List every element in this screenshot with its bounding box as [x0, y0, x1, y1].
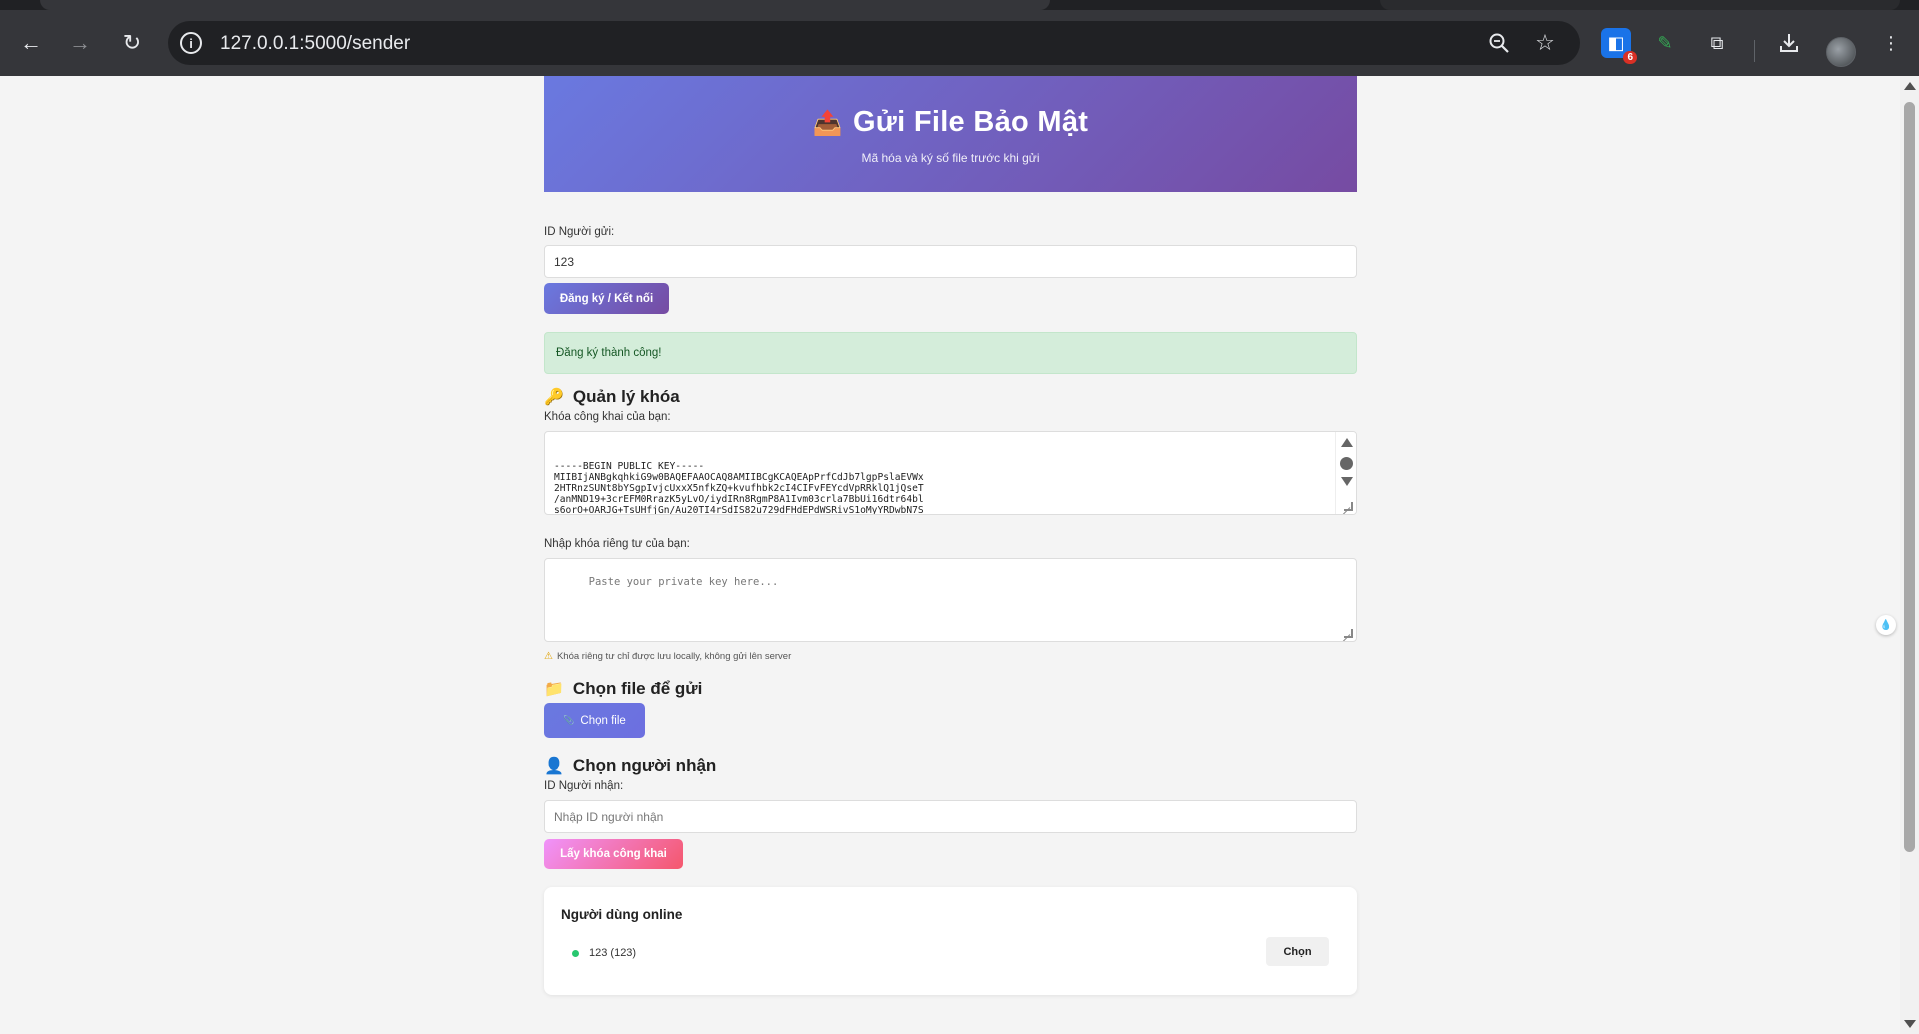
forward-icon[interactable]: →: [63, 26, 97, 60]
back-icon[interactable]: ←: [14, 26, 48, 60]
choose-file-label: Chọn file: [580, 714, 626, 727]
downloads-icon[interactable]: [1774, 28, 1804, 58]
bookmark-star-icon[interactable]: ☆: [1532, 30, 1558, 56]
register-connect-button[interactable]: Đăng ký / Kết nối: [544, 283, 669, 314]
sender-id-input[interactable]: 123: [544, 245, 1357, 278]
online-user-row: 123 (123): [572, 947, 636, 959]
scroll-thumb-icon[interactable]: [1340, 457, 1353, 470]
page-scroll-up-icon[interactable]: [1904, 82, 1916, 90]
page-viewport: 📤 Gửi File Bảo Mật Mã hóa và ký số file t…: [0, 76, 1900, 1034]
scroll-down-icon[interactable]: [1341, 477, 1353, 486]
hero-header: 📤 Gửi File Bảo Mật Mã hóa và ký số file t…: [544, 76, 1357, 192]
public-key-label: Khóa công khai của bạn:: [544, 411, 671, 423]
recipient-id-label: ID Người nhận:: [544, 780, 624, 792]
extensions-puzzle-icon[interactable]: ⧉: [1702, 28, 1732, 58]
recipient-id-input[interactable]: Nhập ID người nhận: [544, 800, 1357, 833]
public-key-textarea[interactable]: -----BEGIN PUBLIC KEY----- MIIBIjANBgkqh…: [544, 431, 1357, 515]
tab-strip: [0, 0, 1919, 10]
menu-kebab-icon[interactable]: ⋮: [1876, 28, 1906, 58]
key-section-heading: 🔑 Quản lý khóa: [544, 387, 1357, 407]
private-key-note-text: Khóa riêng tư chỉ được lưu locally, khôn…: [556, 651, 792, 662]
resize-handle-icon[interactable]: [1344, 502, 1353, 511]
page-subtitle: Mã hóa và ký số file trước khi gửi: [861, 151, 1040, 165]
private-key-label: Nhập khóa riêng tư của bạn:: [544, 538, 690, 550]
choose-file-button[interactable]: 📎 Chọn file: [544, 703, 645, 738]
zoom-icon[interactable]: [1486, 30, 1512, 56]
page-title: 📤 Gửi File Bảo Mật: [544, 106, 1357, 139]
choose-user-button[interactable]: Chọn: [1266, 937, 1329, 966]
resize-handle-icon[interactable]: [1344, 629, 1353, 638]
toolbar-separator: [1754, 40, 1755, 62]
page-scrollbar[interactable]: [1900, 76, 1919, 1034]
profile-avatar[interactable]: [1826, 37, 1856, 67]
scroll-up-icon[interactable]: [1341, 438, 1353, 447]
folder-icon: 📁: [544, 681, 564, 698]
key-icon: 🔑: [544, 389, 564, 406]
online-status-dot: [572, 949, 579, 957]
public-key-text: -----BEGIN PUBLIC KEY----- MIIBIjANBgkqh…: [554, 461, 924, 515]
key-section-title: Quản lý khóa: [572, 387, 680, 406]
paperclip-icon: 📎: [563, 715, 575, 725]
online-users-card: Người dùng online 123 (123) Chọn: [544, 887, 1357, 995]
get-public-key-button[interactable]: Lấy khóa công khai: [544, 839, 683, 869]
private-key-placeholder: Paste your private key here...: [588, 576, 779, 588]
page-scroll-down-icon[interactable]: [1904, 1020, 1916, 1028]
page-title-text: Gửi File Bảo Mật: [852, 106, 1089, 138]
site-info-icon[interactable]: i: [180, 32, 202, 54]
reload-icon[interactable]: ↻: [115, 26, 149, 60]
extension-icon[interactable]: ◧ 6: [1601, 28, 1637, 64]
user-icon: 👤: [544, 758, 564, 775]
highlighter-extension-icon[interactable]: ✎: [1650, 28, 1680, 58]
recipient-section-title: Chọn người nhận: [572, 756, 717, 775]
online-users-title: Người dùng online: [561, 907, 683, 922]
warning-icon: ⚠: [544, 651, 553, 662]
address-bar[interactable]: i 127.0.0.1:5000/sender ☆: [168, 21, 1580, 65]
address-url[interactable]: 127.0.0.1:5000/sender: [220, 33, 410, 55]
extension-badge: 6: [1623, 51, 1637, 64]
browser-toolbar: ← → ↻ i 127.0.0.1:5000/sender ☆ ◧ 6 ✎ ⧉ …: [0, 10, 1919, 76]
sender-id-label: ID Người gửi:: [544, 226, 615, 238]
file-section-heading: 📁 Chọn file để gửi: [544, 679, 1357, 699]
success-alert: Đăng ký thành công!: [544, 332, 1357, 374]
file-section-title: Chọn file để gửi: [572, 679, 703, 698]
sender-container: 📤 Gửi File Bảo Mật Mã hóa và ký số file t…: [544, 76, 1357, 995]
recipient-section-heading: 👤 Chọn người nhận: [544, 756, 1357, 776]
online-user-label: 123 (123): [589, 947, 637, 959]
browser-tab[interactable]: [1380, 0, 1900, 10]
private-key-note: ⚠ Khóa riêng tư chỉ được lưu locally, kh…: [544, 651, 1357, 662]
page-scroll-thumb[interactable]: [1904, 102, 1915, 852]
floating-widget-icon[interactable]: 💧: [1876, 615, 1896, 635]
private-key-textarea[interactable]: Paste your private key here...: [544, 558, 1357, 642]
extension-glyph-icon: ◧: [1607, 32, 1625, 53]
outbox-icon: 📤: [812, 110, 843, 137]
browser-tab-active[interactable]: [40, 0, 1050, 10]
